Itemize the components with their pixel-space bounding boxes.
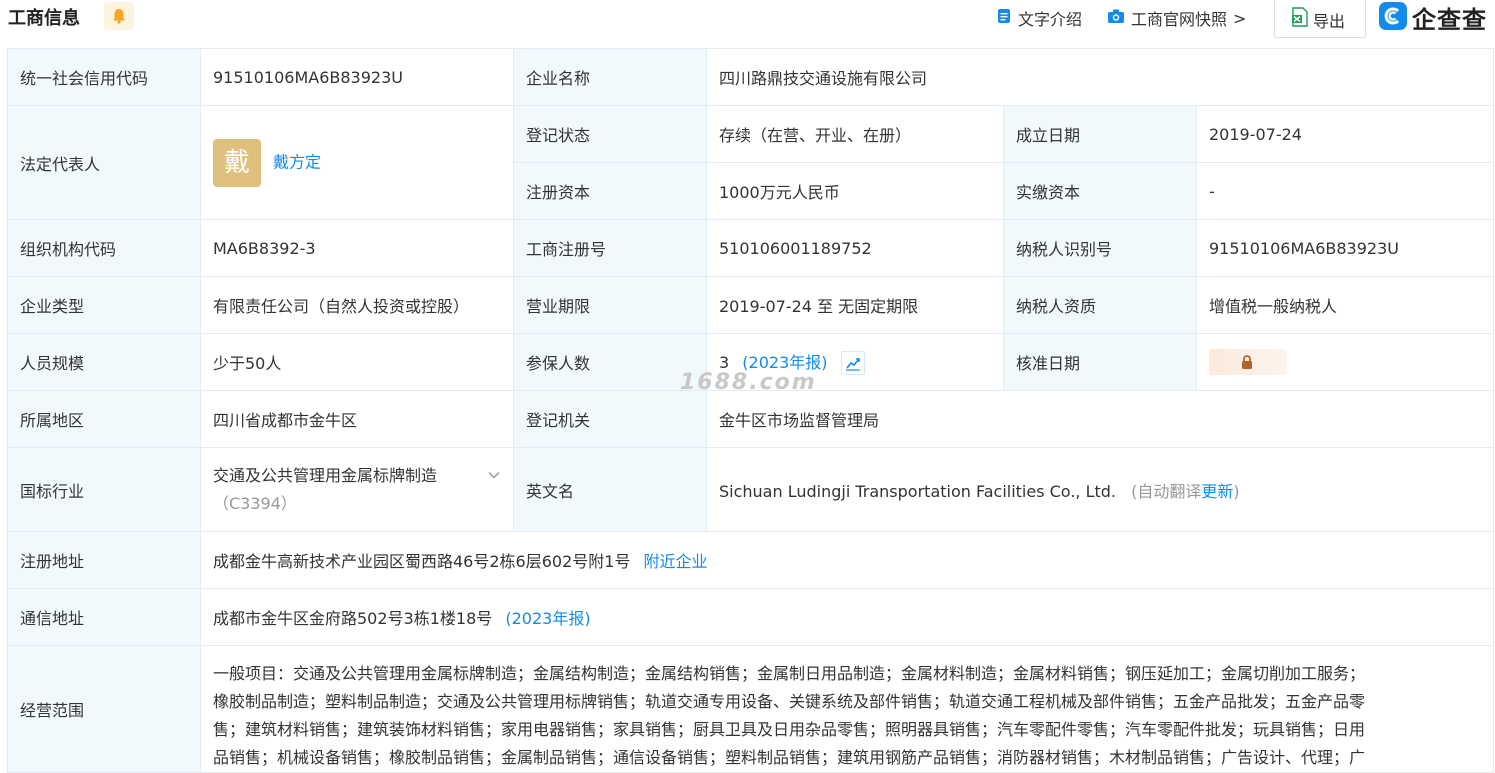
found-date-label: 成立日期 xyxy=(1003,105,1197,163)
scope-cell: 一般项目：交通及公共管理用金属标牌制造；金属结构制造；金属结构销售；金属制日用品… xyxy=(200,645,1494,773)
reg-authority-value: 金牛区市场监督管理局 xyxy=(706,390,1494,448)
bell-icon[interactable] xyxy=(104,2,134,30)
company-name-label: 企业名称 xyxy=(513,48,707,106)
org-code-value: MA6B8392-3 xyxy=(200,219,514,277)
excel-icon xyxy=(1291,7,1309,31)
found-date-value: 2019-07-24 xyxy=(1196,105,1494,163)
mail-address-value: 成都市金牛区金府路502号3栋1楼18号 xyxy=(213,609,493,628)
text-intro-button[interactable]: 文字介绍 xyxy=(996,6,1082,30)
staff-size-value: 少于50人 xyxy=(200,333,514,391)
insured-value: 3 xyxy=(719,352,730,372)
close-paren: ) xyxy=(1233,481,1240,501)
lock-icon xyxy=(1242,355,1252,369)
approve-date-label: 核准日期 xyxy=(1003,333,1197,391)
industry-code: （C3394） xyxy=(213,493,297,513)
legal-rep-cell: 戴戴方定 xyxy=(200,105,514,220)
approve-date-cell xyxy=(1196,333,1494,391)
english-name-label: 英文名 xyxy=(513,447,707,532)
table-row: 国标行业 交通及公共管理用金属标牌制造 （C3394） 英文名 Sichuan … xyxy=(7,447,1494,532)
taxpayer-qual-label: 纳税人资质 xyxy=(1003,276,1197,334)
reg-address-value: 成都金牛高新技术产业园区蜀西路46号2栋6层602号附1号 xyxy=(213,552,631,571)
paid-capital-value: - xyxy=(1196,162,1494,220)
table-row: 注册地址 成都金牛高新技术产业园区蜀西路46号2栋6层602号附1号 附近企业 xyxy=(7,531,1494,589)
company-type-label: 企业类型 xyxy=(7,276,201,334)
industry-value: 交通及公共管理用金属标牌制造 xyxy=(213,465,438,485)
industry-cell[interactable]: 交通及公共管理用金属标牌制造 （C3394） xyxy=(200,447,514,532)
table-row: 法定代表人 戴戴方定 登记状态 存续（在营、开业、在册） 成立日期 2019-0… xyxy=(7,105,1494,220)
table-row: 统一社会信用代码 91510106MA6B83923U 企业名称 四川路鼎技交通… xyxy=(7,48,1494,106)
english-name-value: Sichuan Ludingji Transportation Faciliti… xyxy=(719,481,1116,501)
header-bar: 工商信息 文字介绍 工商官网快照 > 导出 企查查 xyxy=(0,0,1495,40)
scope-line: 一般项目：交通及公共管理用金属标牌制造；金属结构制造；金属结构销售；金属制日用品… xyxy=(213,664,1366,683)
logo-text: 企查查 xyxy=(1412,6,1487,34)
text-intro-label: 文字介绍 xyxy=(1018,10,1083,29)
table-row: 企业类型 有限责任公司（自然人投资或控股） 营业期限 2019-07-24 至 … xyxy=(7,276,1494,334)
scope-line: 品销售；机械设备销售；橡胶制品销售；金属制品销售；通信设备销售；塑料制品销售；建… xyxy=(213,748,1366,767)
reg-status-value: 存续（在营、开业、在册） xyxy=(706,105,1004,163)
taxpayer-id-value: 91510106MA6B83923U xyxy=(1196,219,1494,277)
export-button[interactable]: 导出 xyxy=(1274,0,1366,38)
document-icon xyxy=(996,8,1012,28)
paid-capital-label: 实缴资本 xyxy=(1003,162,1197,220)
table-row: 组织机构代码 MA6B8392-3 工商注册号 510106001189752 … xyxy=(7,219,1494,277)
insured-label: 参保人数 xyxy=(513,333,707,391)
camera-icon xyxy=(1107,8,1125,28)
biz-term-label: 营业期限 xyxy=(513,276,707,334)
watermark: 1688.com xyxy=(680,370,817,395)
region-value: 四川省成都市金牛区 xyxy=(200,390,514,448)
section-title: 工商信息 xyxy=(8,8,80,29)
snapshot-label: 工商官网快照 xyxy=(1131,10,1228,29)
credit-code-value: 91510106MA6B83923U xyxy=(200,48,514,106)
scope-line: 售；建筑材料销售；建筑装饰材料销售；家用电器销售；家具销售；厨具卫具及日用杂品零… xyxy=(213,720,1366,739)
table-row: 通信地址 成都市金牛区金府路502号3栋1楼18号 (2023年报) xyxy=(7,588,1494,646)
qichacha-logo: 企查查 xyxy=(1378,0,1487,35)
mail-address-label: 通信地址 xyxy=(7,588,201,646)
mail-address-cell: 成都市金牛区金府路502号3栋1楼18号 (2023年报) xyxy=(200,588,1494,646)
table-row: 所属地区 四川省成都市金牛区 登记机关 金牛区市场监督管理局 xyxy=(7,390,1494,448)
staff-size-label: 人员规模 xyxy=(7,333,201,391)
trend-chart-icon[interactable] xyxy=(840,351,865,376)
export-label: 导出 xyxy=(1313,12,1346,31)
auto-translate-note: (自动翻译 xyxy=(1131,481,1202,501)
taxpayer-qual-value: 增值税一般纳税人 xyxy=(1196,276,1494,334)
avatar: 戴 xyxy=(213,138,261,187)
org-code-label: 组织机构代码 xyxy=(7,219,201,277)
logo-mark-icon xyxy=(1378,1,1408,35)
update-link[interactable]: 更新 xyxy=(1201,482,1233,501)
english-name-cell: Sichuan Ludingji Transportation Faciliti… xyxy=(706,447,1494,532)
credit-code-label: 统一社会信用代码 xyxy=(7,48,201,106)
biz-reg-no-value: 510106001189752 xyxy=(706,219,1004,277)
insured-report-link[interactable]: (2023年报) xyxy=(742,353,827,372)
industry-label: 国标行业 xyxy=(7,447,201,532)
business-info-table: 统一社会信用代码 91510106MA6B83923U 企业名称 四川路鼎技交通… xyxy=(7,48,1494,773)
mail-report-link[interactable]: (2023年报) xyxy=(505,609,590,628)
chevron-right-icon: > xyxy=(1233,8,1247,28)
table-row: 经营范围 一般项目：交通及公共管理用金属标牌制造；金属结构制造；金属结构销售；金… xyxy=(7,645,1494,773)
company-name-value: 四川路鼎技交通设施有限公司 xyxy=(706,48,1494,106)
taxpayer-id-label: 纳税人识别号 xyxy=(1003,219,1197,277)
reg-capital-value: 1000万元人民币 xyxy=(706,162,1004,220)
reg-address-label: 注册地址 xyxy=(7,531,201,589)
biz-reg-no-label: 工商注册号 xyxy=(513,219,707,277)
reg-authority-label: 登记机关 xyxy=(513,390,707,448)
legal-rep-link[interactable]: 戴方定 xyxy=(273,152,321,171)
vip-lock[interactable] xyxy=(1209,349,1287,375)
company-type-value: 有限责任公司（自然人投资或控股） xyxy=(200,276,514,334)
scope-line: 橡胶制品制造；塑料制品制造；交通及公共管理用标牌销售；轨道交通专用设备、关键系统… xyxy=(213,692,1366,711)
legal-rep-label: 法定代表人 xyxy=(7,105,201,220)
region-label: 所属地区 xyxy=(7,390,201,448)
reg-status-label: 登记状态 xyxy=(513,105,707,163)
nearby-companies-link[interactable]: 附近企业 xyxy=(644,552,708,571)
biz-term-value: 2019-07-24 至 无固定期限 xyxy=(706,276,1004,334)
reg-capital-label: 注册资本 xyxy=(513,162,707,220)
reg-address-cell: 成都金牛高新技术产业园区蜀西路46号2栋6层602号附1号 附近企业 xyxy=(200,531,1494,589)
chevron-down-icon[interactable] xyxy=(487,464,501,492)
snapshot-button[interactable]: 工商官网快照 > xyxy=(1107,6,1246,30)
scope-label: 经营范围 xyxy=(7,645,201,773)
